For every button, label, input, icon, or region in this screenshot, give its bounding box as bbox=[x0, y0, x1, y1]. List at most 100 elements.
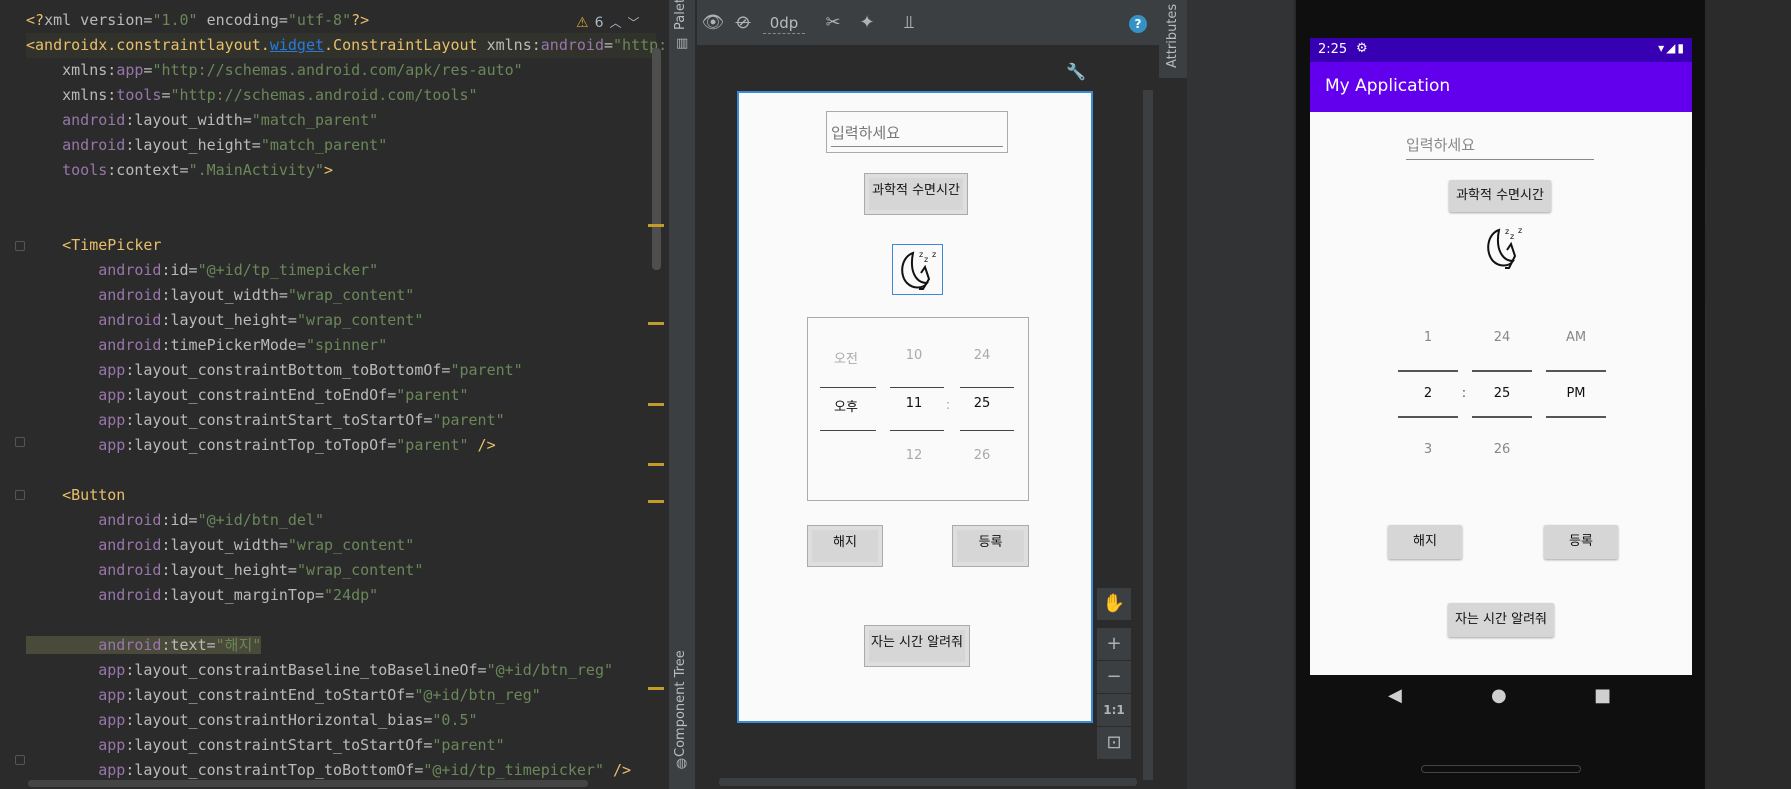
autoconnect-toggle-icon[interactable]: ⊘ bbox=[731, 12, 755, 34]
warning-marker[interactable] bbox=[648, 500, 664, 503]
wrench-icon[interactable]: 🔧 bbox=[1066, 62, 1086, 81]
code-line[interactable]: <?xml version="1.0" encoding="utf-8"?> bbox=[26, 8, 656, 33]
editor-horizontal-scrollbar[interactable] bbox=[28, 780, 588, 787]
picker-minute-prev[interactable]: 24 bbox=[960, 348, 1004, 363]
fold-marker[interactable] bbox=[15, 755, 25, 765]
phone-picker-ampm-selected[interactable]: PM bbox=[1546, 386, 1606, 401]
picker-hour-next[interactable]: 12 bbox=[892, 448, 936, 463]
phone-science-sleep-button[interactable]: 과학적 수면시간 bbox=[1449, 180, 1551, 212]
phone-input-edittext[interactable]: 입력하세요 bbox=[1406, 130, 1594, 160]
design-surface[interactable]: 👁 ⊘ 0dp ✂ ✦ ⫫ ? 🔧 입력하세요 과학적 수면시간 z z z 오… bbox=[697, 0, 1187, 789]
phone-picker-hour-selected[interactable]: 2 bbox=[1398, 386, 1458, 401]
cancel-button[interactable]: 해지 bbox=[807, 525, 883, 567]
fold-marker[interactable] bbox=[15, 241, 25, 251]
code-line[interactable]: app:layout_constraintEnd_toEndOf="parent… bbox=[26, 383, 656, 408]
phone-picker-minute-prev[interactable]: 24 bbox=[1472, 330, 1532, 345]
warning-marker[interactable] bbox=[648, 322, 664, 325]
science-sleep-button[interactable]: 과학적 수면시간 bbox=[864, 173, 968, 215]
help-icon[interactable]: ? bbox=[1129, 15, 1147, 33]
code-line[interactable]: app:layout_constraintStart_toStartOf="pa… bbox=[26, 733, 656, 758]
input-edittext[interactable]: 입력하세요 bbox=[826, 111, 1008, 153]
phone-register-button[interactable]: 등록 bbox=[1544, 525, 1618, 559]
zoom-actual-size-button[interactable]: 1:1 bbox=[1097, 694, 1131, 726]
tell-sleep-time-button[interactable]: 자는 시간 알려줘 bbox=[864, 625, 970, 667]
palette-tab[interactable]: Palette bbox=[673, 0, 688, 30]
phone-picker-minute-next[interactable]: 26 bbox=[1472, 442, 1532, 457]
sleep-moon-image[interactable]: z z z bbox=[892, 244, 943, 295]
code-line[interactable]: android:layout_marginTop="24dp" bbox=[26, 583, 656, 608]
device-screen[interactable]: 2:25 ⚙ ▾◢▮ My Application 입력하세요 과학적 수면시간… bbox=[1310, 38, 1692, 675]
code-line[interactable]: android:id="@+id/btn_del" bbox=[26, 508, 656, 533]
picker-minute-next[interactable]: 26 bbox=[960, 448, 1004, 463]
code-line[interactable]: android:layout_width="wrap_content" bbox=[26, 283, 656, 308]
recents-nav-icon[interactable]: ■ bbox=[1594, 685, 1611, 706]
code-line[interactable]: <TimePicker bbox=[26, 233, 656, 258]
code-line[interactable]: app:layout_constraintEnd_toStartOf="@+id… bbox=[26, 683, 656, 708]
previous-highlight-icon[interactable]: ︿ bbox=[609, 14, 621, 31]
zoom-in-icon[interactable]: + bbox=[1097, 628, 1131, 660]
picker-hour-selected[interactable]: 11 bbox=[892, 396, 936, 411]
picker-ampm-prev[interactable]: 오전 bbox=[824, 348, 868, 367]
code-line[interactable]: xmlns:app="http://schemas.android.com/ap… bbox=[26, 58, 656, 83]
code-line[interactable]: app:layout_constraintHorizontal_bias="0.… bbox=[26, 708, 656, 733]
warning-marker[interactable] bbox=[648, 463, 664, 466]
code-line[interactable]: <androidx.constraintlayout.widget.Constr… bbox=[26, 33, 667, 58]
picker-ampm-selected[interactable]: 오후 bbox=[824, 396, 868, 415]
phone-picker-ampm-prev[interactable]: AM bbox=[1546, 330, 1606, 345]
layout-preview[interactable]: 입력하세요 과학적 수면시간 z z z 오전 오후 10 11 12: 24… bbox=[737, 91, 1093, 723]
phone-cancel-button[interactable]: 해지 bbox=[1388, 525, 1462, 559]
editor-vertical-scrollbar[interactable] bbox=[652, 48, 661, 270]
code-line[interactable]: android:layout_width="wrap_content" bbox=[26, 533, 656, 558]
component-tree-icon[interactable]: ◍ bbox=[676, 756, 687, 771]
code-line[interactable] bbox=[26, 458, 656, 483]
canvas-horizontal-scrollbar[interactable] bbox=[719, 778, 1137, 786]
code-line[interactable]: app:layout_constraintStart_toStartOf="pa… bbox=[26, 408, 656, 433]
view-options-icon[interactable]: 👁 bbox=[701, 12, 725, 34]
pan-hand-icon[interactable]: ✋ bbox=[1097, 588, 1131, 620]
code-line[interactable]: android:layout_width="match_parent" bbox=[26, 108, 656, 133]
guidelines-icon[interactable]: ⫫ bbox=[897, 12, 921, 34]
code-line[interactable] bbox=[26, 608, 656, 633]
zoom-out-icon[interactable]: − bbox=[1097, 661, 1131, 693]
next-highlight-icon[interactable]: ﹀ bbox=[628, 14, 640, 31]
code-editor[interactable]: <?xml version="1.0" encoding="utf-8"?> <a… bbox=[0, 0, 668, 789]
phone-picker-hour-next[interactable]: 3 bbox=[1398, 442, 1458, 457]
clear-constraints-icon[interactable]: ✂ bbox=[821, 12, 845, 34]
phone-tell-sleep-time-button[interactable]: 자는 시간 알려줘 bbox=[1448, 603, 1554, 637]
code-line[interactable]: app:layout_constraintBaseline_toBaseline… bbox=[26, 658, 656, 683]
code-line[interactable]: <Button bbox=[26, 483, 656, 508]
inspection-widget[interactable]: ⚠ 6 ︿ ﹀ bbox=[576, 14, 640, 31]
palette-icon[interactable]: ▥ bbox=[676, 36, 688, 51]
code-line[interactable]: android:timePickerMode="spinner" bbox=[26, 333, 656, 358]
code-line[interactable]: tools:context=".MainActivity"> bbox=[26, 158, 656, 183]
code-line[interactable]: android:text="해지" bbox=[26, 633, 656, 658]
code-line[interactable]: android:layout_height="match_parent" bbox=[26, 133, 656, 158]
warning-marker[interactable] bbox=[648, 403, 664, 406]
picker-hour-prev[interactable]: 10 bbox=[892, 348, 936, 363]
code-line[interactable] bbox=[26, 208, 656, 233]
zoom-to-fit-icon[interactable]: ⊡ bbox=[1097, 727, 1131, 759]
phone-picker-minute-selected[interactable]: 25 bbox=[1472, 386, 1532, 401]
code-text[interactable]: <?xml version="1.0" encoding="utf-8"?> <a… bbox=[26, 8, 667, 783]
canvas-vertical-scrollbar[interactable] bbox=[1143, 90, 1153, 780]
infer-constraints-icon[interactable]: ✦ bbox=[855, 12, 879, 34]
attributes-tab[interactable]: Attributes bbox=[1165, 4, 1180, 68]
code-line[interactable]: xmlns:tools="http://schemas.android.com/… bbox=[26, 83, 656, 108]
fold-marker[interactable] bbox=[15, 437, 25, 447]
home-nav-icon[interactable]: ● bbox=[1491, 685, 1507, 706]
fold-marker[interactable] bbox=[15, 490, 25, 500]
code-line[interactable]: android:layout_height="wrap_content" bbox=[26, 558, 656, 583]
code-line[interactable]: app:layout_constraintTop_toTopOf="parent… bbox=[26, 433, 656, 458]
code-line[interactable]: android:layout_height="wrap_content" bbox=[26, 308, 656, 333]
warning-marker[interactable] bbox=[648, 687, 664, 690]
back-nav-icon[interactable]: ◀ bbox=[1388, 685, 1402, 706]
register-button[interactable]: 등록 bbox=[952, 525, 1029, 567]
code-line[interactable] bbox=[26, 183, 656, 208]
default-margin-field[interactable]: 0dp bbox=[763, 14, 805, 34]
phone-picker-hour-prev[interactable]: 1 bbox=[1398, 330, 1458, 345]
picker-minute-selected[interactable]: 25 bbox=[960, 396, 1004, 411]
time-picker[interactable]: 오전 오후 10 11 12 : 24 25 26 bbox=[807, 317, 1029, 501]
code-line[interactable]: app:layout_constraintBottom_toBottomOf="… bbox=[26, 358, 656, 383]
component-tree-tab[interactable]: Component Tree bbox=[673, 650, 688, 757]
code-line[interactable]: android:id="@+id/tp_timepicker" bbox=[26, 258, 656, 283]
